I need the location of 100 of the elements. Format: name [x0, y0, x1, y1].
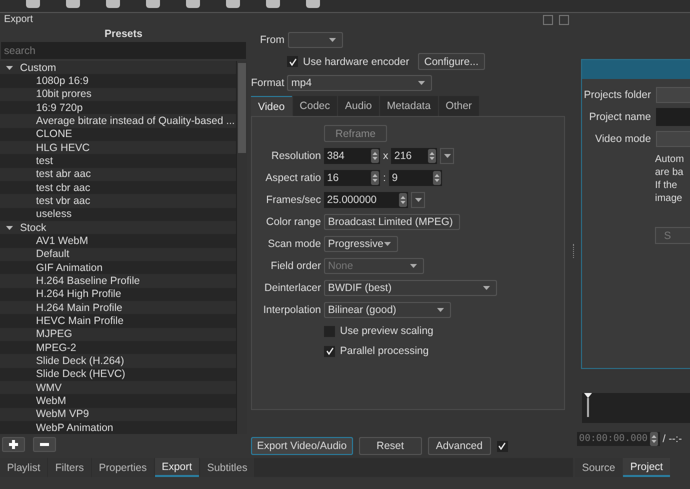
configure-button[interactable]: Configure... [418, 53, 485, 70]
field-label: Format [251, 77, 284, 89]
minus-icon [40, 443, 49, 446]
number-field[interactable]: 25.000000 [324, 192, 408, 208]
preset-item[interactable]: CLONE [36, 128, 72, 140]
spin-arrows-icon[interactable] [432, 171, 441, 185]
tab[interactable]: Filters [48, 458, 91, 477]
remove-button[interactable] [33, 437, 56, 452]
preset-item[interactable]: WebM [36, 394, 66, 407]
preset-dropdown[interactable] [440, 148, 454, 164]
tree-group-label[interactable]: Custom [20, 62, 56, 74]
dropdown-arrow-icon [483, 286, 490, 290]
checkbox[interactable] [324, 326, 335, 336]
toolbar-icon[interactable] [26, 0, 40, 8]
panel-title: Export [4, 14, 34, 25]
tab[interactable]: Project [623, 458, 670, 477]
tab[interactable]: Subtitles [200, 458, 254, 477]
expand-arrow-icon[interactable] [6, 224, 13, 232]
splitter-handle[interactable] [573, 244, 575, 258]
separator-text: x [383, 150, 388, 162]
dropdown[interactable]: Progressive [324, 236, 398, 252]
spin-arrows-icon[interactable] [428, 149, 436, 163]
tab[interactable]: Properties [92, 458, 154, 477]
number-field[interactable]: 16 [324, 170, 380, 186]
dropdown-arrow-icon [410, 264, 417, 268]
tree-group-label[interactable]: Stock [20, 222, 46, 234]
tab[interactable]: Video [251, 96, 292, 116]
timecode-field[interactable]: 00:00:00.000 [577, 432, 660, 446]
playhead-icon[interactable] [584, 393, 592, 417]
field-label: Aspect ratio [264, 172, 321, 184]
checkbox-label: Use hardware encoder [303, 56, 410, 68]
dropdown-arrow-icon [414, 198, 422, 202]
field-label: Resolution [270, 150, 321, 162]
field-label: Field order [270, 260, 321, 272]
description-text: Autom [655, 153, 685, 166]
field-label: Projects folder [582, 89, 651, 101]
field-label: Interpolation [262, 304, 321, 316]
dropdown-arrow-icon [328, 38, 336, 42]
description-text: image [655, 192, 684, 205]
dropdown[interactable]: Broadcast Limited (MPEG) [324, 214, 460, 230]
preset-item[interactable]: MJPEG [36, 328, 72, 340]
presets-header: Presets [104, 27, 144, 42]
checkbox-label: Use preview scaling [340, 325, 434, 337]
preset-item[interactable]: useless [36, 208, 72, 220]
advanced-button[interactable]: Advanced [428, 437, 491, 455]
description-text: are ba [655, 166, 684, 179]
tab[interactable]: Other [438, 96, 479, 116]
spin-arrows-icon[interactable] [650, 432, 658, 446]
toolbar-icon[interactable] [66, 0, 80, 8]
preset-item[interactable]: WMV [36, 382, 62, 394]
spin-arrows-icon[interactable] [399, 193, 407, 207]
checkbox[interactable] [324, 346, 335, 356]
dropdown[interactable]: Bilinear (good) [324, 302, 451, 318]
field-label: Video mode [594, 133, 651, 145]
spin-arrows-icon[interactable] [371, 149, 379, 163]
tab[interactable]: Codec [292, 96, 338, 116]
preset-item[interactable]: test [36, 154, 53, 167]
tab[interactable]: Audio [338, 96, 379, 116]
expand-arrow-icon[interactable] [6, 64, 13, 72]
number-field[interactable]: 384 [324, 148, 380, 164]
preset-item[interactable]: 16:9 720p [36, 102, 83, 114]
tab[interactable]: Playlist [0, 458, 48, 477]
dropdown[interactable]: BWDIF (best) [324, 280, 497, 296]
dropdown-arrow-icon [384, 242, 391, 246]
format-dropdown[interactable]: mp4 [287, 75, 432, 91]
checkbox[interactable] [287, 56, 298, 67]
checkbox-label: Parallel processing [340, 345, 429, 357]
plus-icon [9, 440, 18, 449]
spin-arrows-icon[interactable] [371, 171, 379, 185]
search-field[interactable]: search [1, 42, 246, 59]
separator-text: : [383, 172, 386, 184]
add-button[interactable] [2, 437, 25, 452]
tab[interactable]: Metadata [380, 96, 438, 116]
number-field[interactable]: 9 [388, 170, 442, 186]
field-label: Frames/sec [265, 194, 321, 206]
number-field[interactable]: 216 [391, 148, 438, 164]
preset-item[interactable]: MPEG-2 [36, 342, 76, 354]
tab[interactable]: Export [154, 458, 200, 477]
duration-text: --:- [668, 432, 682, 444]
toolbar-icon[interactable] [146, 0, 160, 8]
toolbar-icon[interactable] [306, 0, 320, 8]
dropdown-arrow-icon [444, 154, 451, 158]
separator-text: / [662, 432, 666, 444]
description-text: If the [655, 179, 678, 192]
preset-item[interactable]: AV1 WebM [36, 234, 88, 247]
toolbar-icon[interactable] [266, 0, 280, 8]
dropdown-arrow-icon [418, 81, 426, 85]
reset-button[interactable]: Reset [358, 437, 422, 455]
preset-dropdown[interactable] [411, 192, 425, 208]
dropdown-arrow-icon [437, 308, 444, 312]
field-label: Color range [265, 216, 321, 228]
checkbox[interactable] [496, 440, 508, 452]
toolbar-icon[interactable] [106, 0, 120, 8]
float-icon[interactable] [543, 14, 553, 24]
toolbar-icon[interactable] [186, 0, 200, 8]
field-label: Deinterlacer [263, 282, 321, 294]
export-button[interactable]: Export Video/Audio [251, 437, 353, 455]
toolbar-icon[interactable] [226, 0, 240, 8]
preset-item[interactable]: Default [36, 248, 70, 260]
field-label: From [260, 34, 284, 46]
